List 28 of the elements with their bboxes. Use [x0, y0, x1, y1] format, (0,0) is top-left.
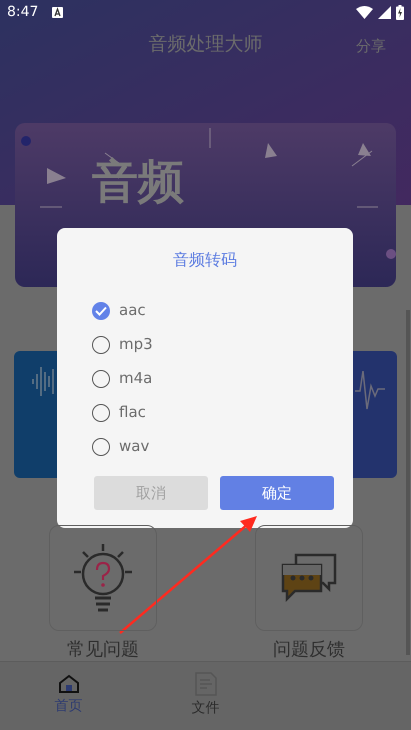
pulse-icon [355, 371, 385, 411]
battery-icon [396, 5, 404, 20]
radio-option[interactable]: aac [92, 300, 153, 321]
app-title: 音频处理大师 [148, 32, 262, 57]
notification-icon [52, 7, 64, 18]
status-time: 8:47 [7, 3, 38, 22]
feature-label: 常见问题 [67, 639, 139, 661]
chat-bubbles-icon [281, 553, 337, 603]
dialog-title: 音频转码 [172, 249, 238, 271]
feature-label: 问题反馈 [273, 639, 345, 661]
radio-option[interactable]: flac [92, 402, 153, 423]
radio-button[interactable] [92, 302, 110, 320]
wifi-icon [356, 6, 373, 19]
radio-option[interactable]: mp3 [92, 334, 153, 355]
radio-button[interactable] [92, 336, 110, 354]
signal-icon [378, 6, 391, 19]
home-icon [58, 674, 80, 694]
radio-button[interactable] [92, 404, 110, 422]
confirm-button[interactable]: 确定 [220, 476, 334, 510]
feature-tile[interactable] [49, 525, 157, 631]
radio-option[interactable]: m4a [92, 368, 153, 389]
check-icon [95, 306, 107, 316]
radio-button[interactable] [92, 438, 110, 456]
nav-tab[interactable]: 文件 [137, 661, 274, 730]
radio-option[interactable]: wav [92, 436, 153, 457]
banner-headline: 音频 [92, 158, 184, 204]
waveform-icon [32, 366, 54, 397]
radio-button[interactable] [92, 370, 110, 388]
